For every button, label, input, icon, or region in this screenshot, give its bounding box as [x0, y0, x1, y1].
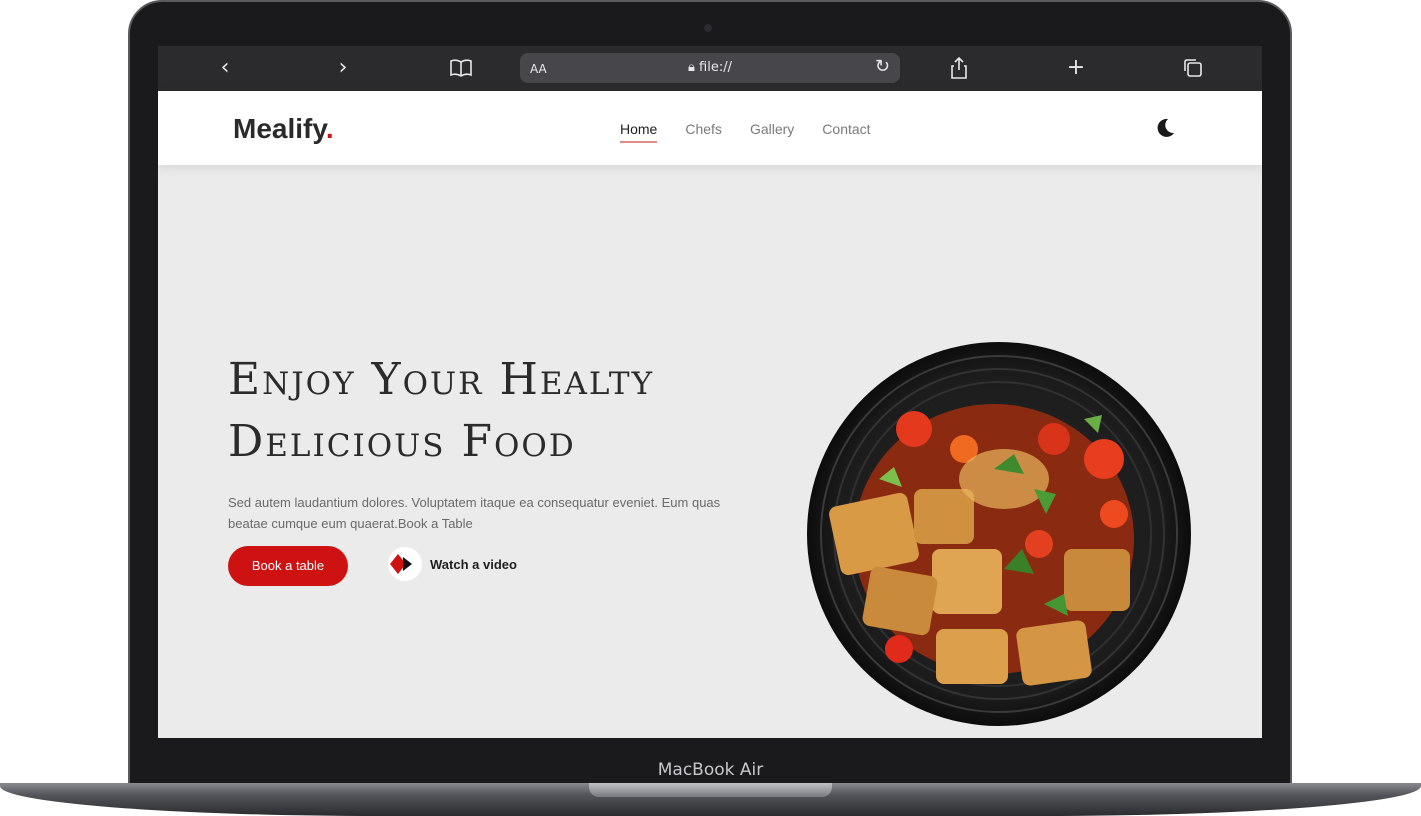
nav-menu: Home Chefs Gallery Contact — [620, 121, 871, 143]
browser-toolbar: ‹ › AA 🔒︎ file:// ↻ + — [158, 46, 1262, 91]
watch-video-label: Watch a video — [430, 556, 517, 572]
tabs-icon[interactable] — [1178, 54, 1208, 82]
screen: ‹ › AA 🔒︎ file:// ↻ + Mealify. Home Chef… — [158, 46, 1262, 738]
reload-icon[interactable]: ↻ — [875, 56, 890, 77]
device-label: MacBook Air — [657, 760, 764, 780]
play-icon — [388, 547, 422, 581]
web-page: Mealify. Home Chefs Gallery Contact Enjo… — [158, 91, 1262, 738]
watch-video-link[interactable]: Watch a video — [388, 546, 517, 582]
moon-icon[interactable] — [1154, 117, 1176, 139]
nav-chefs[interactable]: Chefs — [685, 121, 722, 141]
url-text: file:// — [699, 60, 732, 75]
new-tab-icon[interactable]: + — [1061, 54, 1091, 82]
nav-home[interactable]: Home — [620, 121, 658, 143]
url-display: 🔒︎ file:// — [520, 60, 900, 75]
food-dish-image — [807, 342, 1191, 726]
laptop-notch — [589, 783, 832, 797]
hero-title: Enjoy Your Healty Delicious Food — [228, 349, 828, 473]
hero-title-line-1: Enjoy Your Healty — [228, 354, 655, 405]
book-table-button[interactable]: Book a table — [228, 546, 348, 586]
nav-contact[interactable]: Contact — [822, 121, 870, 141]
back-icon[interactable]: ‹ — [210, 54, 240, 82]
bookmarks-icon[interactable] — [446, 54, 476, 82]
forward-icon[interactable]: › — [328, 54, 358, 82]
hero-description: Sed autem laudantium dolores. Voluptatem… — [228, 495, 721, 531]
hero-title-line-2: Delicious Food — [228, 416, 576, 467]
site-logo[interactable]: Mealify. — [233, 113, 334, 145]
lock-icon: 🔒︎ — [687, 60, 695, 75]
camera — [704, 24, 712, 32]
address-bar[interactable]: AA 🔒︎ file:// ↻ — [520, 53, 900, 83]
share-icon[interactable] — [944, 54, 974, 82]
site-header: Mealify. Home Chefs Gallery Contact — [158, 91, 1262, 165]
nav-gallery[interactable]: Gallery — [750, 121, 794, 141]
